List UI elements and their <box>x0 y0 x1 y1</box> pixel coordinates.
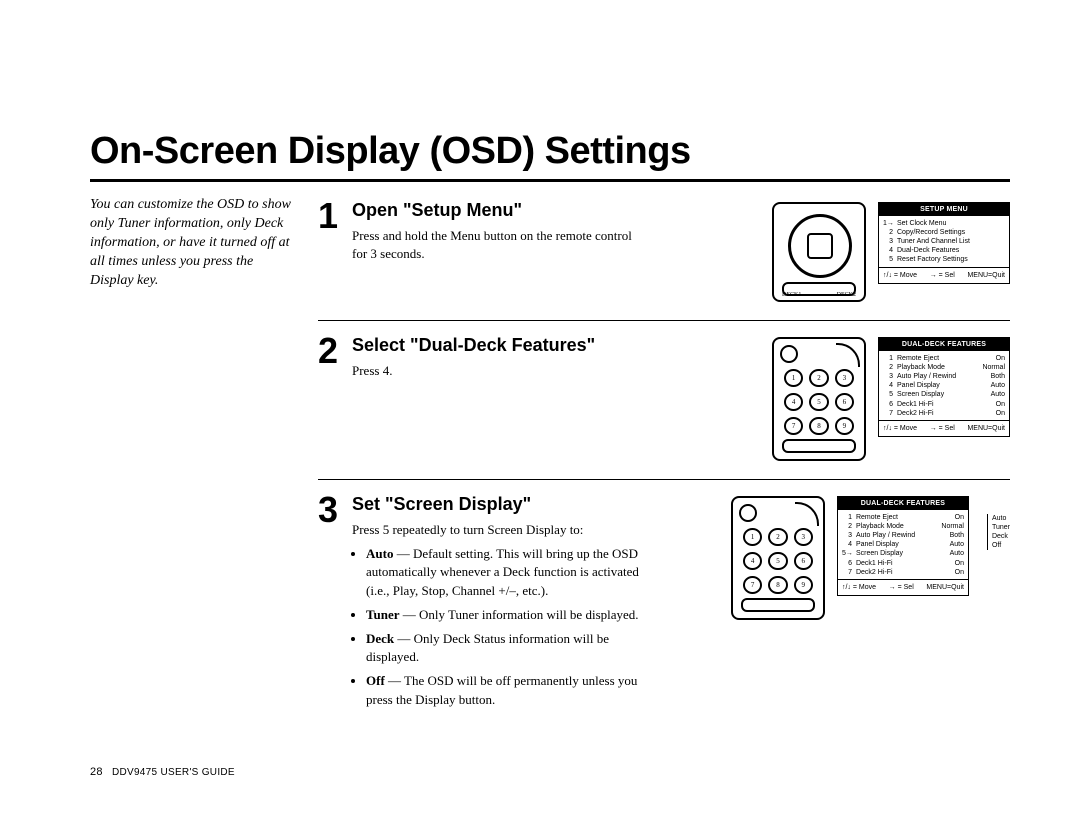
step-body: Set "Screen Display" Press 5 repeatedly … <box>352 490 654 715</box>
step-body: Select "Dual-Deck Features" Press 4. <box>352 331 654 380</box>
sidepanel-option: Deck <box>992 532 1010 541</box>
osd-header: DUAL-DECK FEATURES <box>838 497 968 510</box>
osd-row: 4Panel DisplayAuto <box>883 381 1005 390</box>
osd-header: SETUP MENU <box>879 203 1009 216</box>
osd-row: 7Deck2 Hi-FiOn <box>883 409 1005 418</box>
osd-row: 6Deck1 Hi-FiOn <box>842 559 964 568</box>
option-item: Tuner — Only Tuner information will be d… <box>366 606 642 624</box>
osd-nav-move: ↑/↓ = Move <box>883 271 917 280</box>
remote-diagram: 123456789 <box>731 496 825 620</box>
osd-dual-deck-hl: DUAL-DECK FEATURES 1Remote EjectOn2Playb… <box>837 496 969 596</box>
page-number: 28 <box>90 766 103 778</box>
content-columns: You can customize the OSD to show only T… <box>90 196 1010 733</box>
sidepanel-option: Off <box>992 541 1010 550</box>
osd-row: 3Tuner And Channel List <box>883 237 1005 246</box>
osd-nav-quit: MENU=Quit <box>926 583 964 592</box>
step-title: Set "Screen Display" <box>352 494 642 515</box>
osd-row: 3Auto Play / RewindBoth <box>883 372 1005 381</box>
osd-row: 1Remote EjectOn <box>883 354 1005 363</box>
step-title: Open "Setup Menu" <box>352 200 642 221</box>
sidepanel-option: Auto <box>992 514 1010 523</box>
remote-diagram: 123456789 <box>772 337 866 461</box>
step-illustration: DECK1 DECK2 SETUP MENU 1→Set Clock Menu2… <box>654 202 1010 302</box>
guide-name: DDV9475 USER'S GUIDE <box>112 767 235 778</box>
osd-nav-sel: → = Sel <box>930 271 955 280</box>
osd-row: 2Copy/Record Settings <box>883 228 1005 237</box>
step-body: Open "Setup Menu" Press and hold the Men… <box>352 196 654 263</box>
osd-nav-sel: → = Sel <box>930 424 955 433</box>
step-illustration: 123456789 DUAL-DECK FEATURES 1Remote Eje… <box>654 496 1010 620</box>
osd-nav-quit: MENU=Quit <box>967 271 1005 280</box>
osd-row: 2Playback ModeNormal <box>883 363 1005 372</box>
option-sidepanel: AutoTunerDeckOff <box>987 514 1010 550</box>
osd-row: 7Deck2 Hi-FiOn <box>842 568 964 577</box>
osd-nav-sel: → = Sel <box>889 583 914 592</box>
page-footer: 28 DDV9475 USER'S GUIDE <box>90 766 235 778</box>
sidebar-note: You can customize the OSD to show only T… <box>90 196 318 290</box>
steps-column: 1 Open "Setup Menu" Press and hold the M… <box>318 196 1010 733</box>
step-text: Press 5 repeatedly to turn Screen Displa… <box>352 521 642 709</box>
osd-row: 5Screen DisplayAuto <box>883 390 1005 399</box>
osd-dual-deck: DUAL-DECK FEATURES 1Remote EjectOn2Playb… <box>878 337 1010 437</box>
option-list: Auto — Default setting. This will bring … <box>366 545 642 709</box>
step-text: Press and hold the Menu button on the re… <box>352 227 642 263</box>
option-item: Off — The OSD will be off permanently un… <box>366 672 642 708</box>
step-title: Select "Dual-Deck Features" <box>352 335 642 356</box>
osd-row: 4Dual-Deck Features <box>883 246 1005 255</box>
osd-row: 2Playback ModeNormal <box>842 522 964 531</box>
osd-row: 5Reset Factory Settings <box>883 255 1005 264</box>
option-item: Deck — Only Deck Status information will… <box>366 630 642 666</box>
step-2: 2 Select "Dual-Deck Features" Press 4. 1… <box>318 320 1010 479</box>
step-number: 3 <box>318 492 352 528</box>
step-number: 2 <box>318 333 352 369</box>
osd-row: 1Remote EjectOn <box>842 513 964 522</box>
step-number: 1 <box>318 198 352 234</box>
osd-row: 6Deck1 Hi-FiOn <box>883 400 1005 409</box>
osd-header: DUAL-DECK FEATURES <box>879 338 1009 351</box>
osd-row: 5→Screen DisplayAuto <box>842 549 964 558</box>
title-rule <box>90 179 1010 182</box>
deck2-label: DECK2 <box>837 292 856 298</box>
remote-diagram: DECK1 DECK2 <box>772 202 866 302</box>
sidepanel-option: Tuner <box>992 523 1010 532</box>
osd-setup-menu: SETUP MENU 1→Set Clock Menu2Copy/Record … <box>878 202 1010 284</box>
option-item: Auto — Default setting. This will bring … <box>366 545 642 600</box>
step-text: Press 4. <box>352 362 642 380</box>
step-3: 3 Set "Screen Display" Press 5 repeatedl… <box>318 479 1010 733</box>
step-intro: Press 5 repeatedly to turn Screen Displa… <box>352 522 583 537</box>
deck1-label: DECK1 <box>782 292 801 298</box>
page-title: On-Screen Display (OSD) Settings <box>90 130 1010 173</box>
osd-row: 3Auto Play / RewindBoth <box>842 531 964 540</box>
osd-nav-quit: MENU=Quit <box>967 424 1005 433</box>
osd-row: 4Panel DisplayAuto <box>842 540 964 549</box>
step-illustration: 123456789 DUAL-DECK FEATURES 1Remote Eje… <box>654 337 1010 461</box>
manual-page: On-Screen Display (OSD) Settings You can… <box>0 0 1080 834</box>
osd-nav-move: ↑/↓ = Move <box>842 583 876 592</box>
step-1: 1 Open "Setup Menu" Press and hold the M… <box>318 196 1010 320</box>
osd-row: 1→Set Clock Menu <box>883 219 1005 228</box>
osd-nav-move: ↑/↓ = Move <box>883 424 917 433</box>
